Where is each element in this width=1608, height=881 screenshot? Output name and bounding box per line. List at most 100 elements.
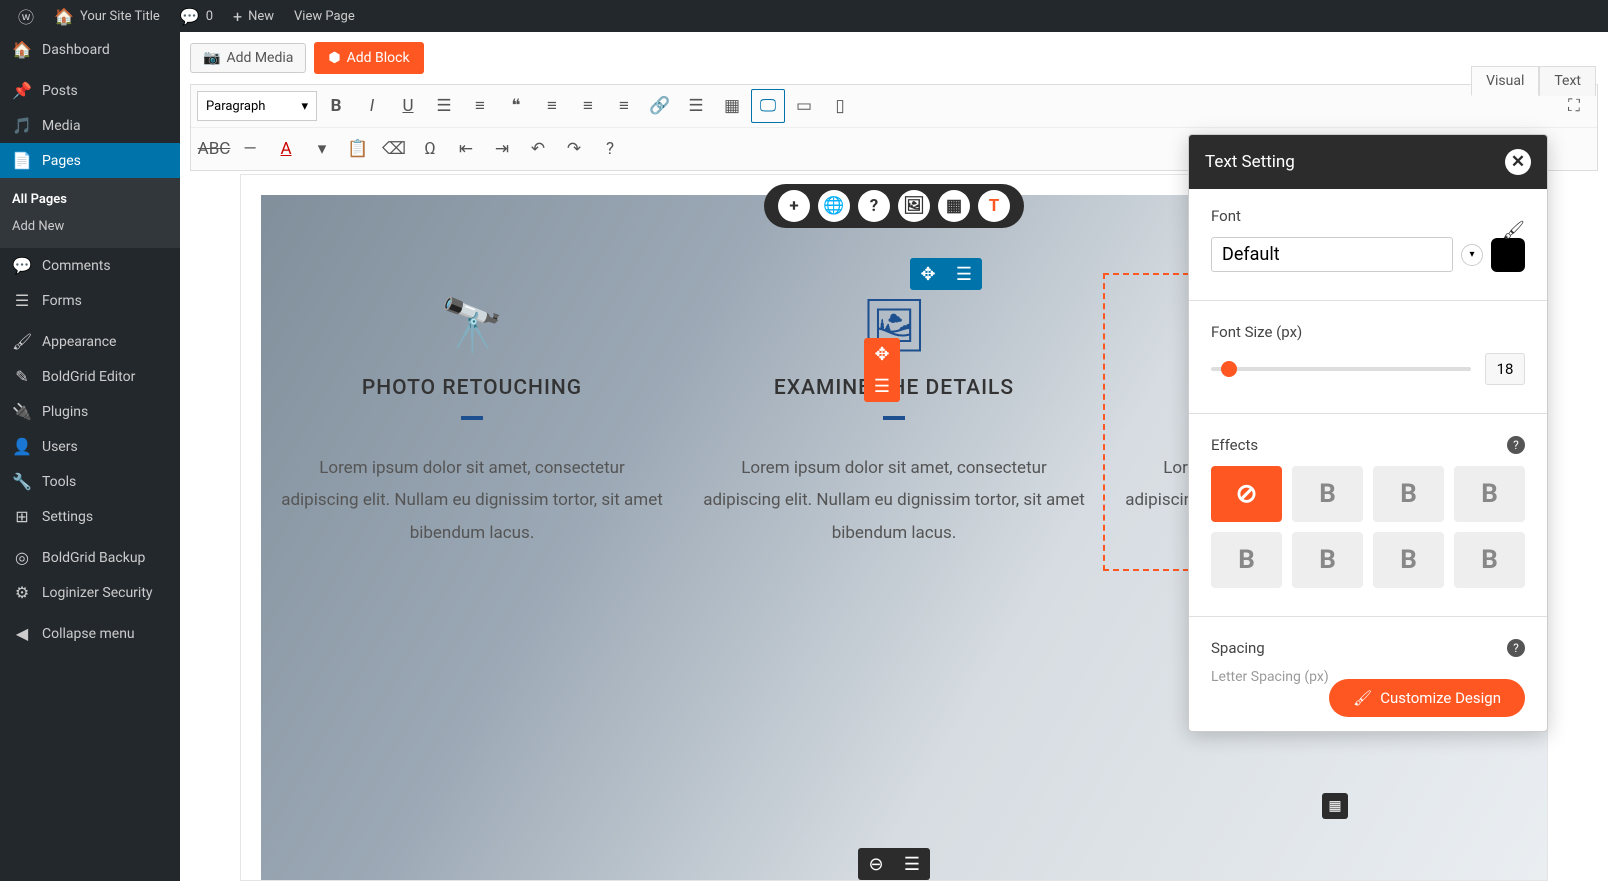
add-block-below-button[interactable]: ▦ — [1322, 793, 1348, 819]
effect-option[interactable]: B — [1373, 532, 1444, 588]
sidebar-item-forms[interactable]: ☰Forms — [0, 283, 180, 318]
hr-button[interactable]: — — [233, 132, 267, 166]
redo-button[interactable]: ↷ — [557, 132, 591, 166]
view-page-link[interactable]: View Page — [284, 0, 365, 32]
outdent-button[interactable]: ⇤ — [449, 132, 483, 166]
editor-header: 📷Add Media ⬢Add Block — [180, 32, 1608, 74]
add-button[interactable]: + — [778, 190, 810, 222]
brush-icon: 🖌 — [12, 332, 32, 351]
section-bottom-handle[interactable]: ⊖ ☰ — [858, 848, 930, 880]
effect-option[interactable]: B — [1211, 532, 1282, 588]
globe-button[interactable]: 🌐 — [818, 190, 850, 222]
desktop-view-button[interactable]: 🖵 — [751, 89, 785, 123]
tablet-view-button[interactable]: ▭ — [787, 89, 821, 123]
spacing-label: Spacing — [1211, 639, 1265, 657]
layout-button[interactable]: ▦ — [938, 190, 970, 222]
align-left-button[interactable]: ≡ — [535, 89, 569, 123]
user-icon: 👤 — [12, 437, 32, 456]
blockquote-button[interactable]: ❝ — [499, 89, 533, 123]
effect-option[interactable]: B — [1292, 466, 1363, 522]
effect-option[interactable]: B — [1454, 532, 1525, 588]
font-dropdown-button[interactable]: ▾ — [1461, 244, 1483, 266]
effect-option[interactable]: B — [1373, 466, 1444, 522]
move-icon[interactable]: ✥ — [864, 338, 900, 370]
indent-button[interactable]: ⇥ — [485, 132, 519, 166]
paste-text-button[interactable]: 📋 — [341, 132, 375, 166]
font-size-slider[interactable] — [1211, 367, 1471, 371]
editor-tabs: Visual Text — [1471, 66, 1596, 96]
comments-count: 0 — [206, 9, 213, 24]
read-more-button[interactable]: ☰ — [679, 89, 713, 123]
tab-visual[interactable]: Visual — [1471, 66, 1539, 96]
format-select[interactable]: Paragraph▾ — [197, 91, 317, 121]
underline-button[interactable]: U — [391, 89, 425, 123]
sidebar-item-boldgrid-editor[interactable]: ✎BoldGrid Editor — [0, 359, 180, 394]
feature-column-1[interactable]: 🔭 PHOTO RETOUCHING Lorem ipsum dolor sit… — [261, 275, 683, 569]
bold-button[interactable]: B — [319, 89, 353, 123]
sidebar-item-media[interactable]: 🎵Media — [0, 108, 180, 143]
tab-text[interactable]: Text — [1539, 66, 1596, 96]
sidebar-item-settings[interactable]: ⊞Settings — [0, 499, 180, 534]
toolbar-toggle-button[interactable]: ▦ — [715, 89, 749, 123]
text-color-button[interactable]: A — [269, 132, 303, 166]
sidebar-item-posts[interactable]: 📌Posts — [0, 73, 180, 108]
slider-thumb[interactable] — [1221, 361, 1237, 377]
feature-divider — [461, 416, 483, 420]
sidebar-item-appearance[interactable]: 🖌Appearance — [0, 324, 180, 359]
text-color-dropdown[interactable]: ▾ — [305, 132, 339, 166]
sidebar-item-tools[interactable]: 🔧Tools — [0, 464, 180, 499]
wrench-icon: 🔧 — [12, 472, 32, 491]
align-right-button[interactable]: ≡ — [607, 89, 641, 123]
undo-button[interactable]: ↶ — [521, 132, 555, 166]
effect-option[interactable]: B — [1454, 466, 1525, 522]
customize-design-button[interactable]: 🖌Customize Design — [1329, 679, 1525, 717]
bullet-list-button[interactable]: ☰ — [427, 89, 461, 123]
image-button[interactable]: 🖼 — [898, 190, 930, 222]
help-icon[interactable]: ? — [1507, 639, 1525, 657]
number-list-button[interactable]: ≡ — [463, 89, 497, 123]
wp-logo[interactable]: ⓦ — [8, 0, 44, 32]
sidebar-item-collapse[interactable]: ◀Collapse menu — [0, 616, 180, 651]
align-center-button[interactable]: ≡ — [571, 89, 605, 123]
brush-icon: 🖌 — [1502, 220, 1525, 241]
move-icon[interactable]: ✥ — [910, 258, 946, 290]
menu-icon[interactable]: ☰ — [894, 848, 930, 880]
sidebar-item-users[interactable]: 👤Users — [0, 429, 180, 464]
font-color-swatch[interactable]: 🖌 — [1491, 238, 1525, 272]
sidebar-item-loginizer[interactable]: ⚙Loginizer Security — [0, 575, 180, 610]
wordpress-icon: ⓦ — [18, 4, 34, 28]
sidebar-item-dashboard[interactable]: 🏠Dashboard — [0, 32, 180, 67]
italic-button[interactable]: I — [355, 89, 389, 123]
sidebar-item-pages[interactable]: 📄Pages — [0, 143, 180, 178]
add-block-button[interactable]: ⬢Add Block — [314, 42, 423, 74]
site-title-link[interactable]: 🏠Your Site Title — [44, 0, 170, 32]
help-icon[interactable]: ? — [1507, 436, 1525, 454]
feature-column-2[interactable]: 🖼 EXAMINE THE DETAILS Lorem ipsum dolor … — [683, 275, 1105, 569]
admin-sidebar: 🏠Dashboard 📌Posts 🎵Media 📄Pages All Page… — [0, 32, 180, 881]
help-button[interactable]: ? — [593, 132, 627, 166]
menu-icon[interactable]: ☰ — [864, 370, 900, 402]
zoom-out-icon[interactable]: ⊖ — [858, 848, 894, 880]
link-button[interactable]: 🔗 — [643, 89, 677, 123]
effect-option[interactable]: B — [1292, 532, 1363, 588]
font-select[interactable]: Default — [1211, 237, 1453, 272]
effect-none[interactable]: ⊘ — [1211, 466, 1282, 522]
sidebar-item-plugins[interactable]: 🔌Plugins — [0, 394, 180, 429]
clear-format-button[interactable]: ⌫ — [377, 132, 411, 166]
panel-close-button[interactable]: ✕ — [1505, 149, 1531, 175]
mobile-view-button[interactable]: ▯ — [823, 89, 857, 123]
sidebar-sub-all-pages[interactable]: All Pages — [0, 186, 180, 213]
new-link[interactable]: +New — [223, 0, 284, 32]
menu-icon[interactable]: ☰ — [946, 258, 982, 290]
sidebar-item-comments[interactable]: 💬Comments — [0, 248, 180, 283]
sidebar-sub-add-new[interactable]: Add New — [0, 213, 180, 240]
add-media-button[interactable]: 📷Add Media — [190, 43, 306, 73]
comments-link[interactable]: 💬0 — [170, 0, 223, 32]
text-style-button[interactable]: T — [978, 190, 1010, 222]
strikethrough-button[interactable]: ABC — [197, 132, 231, 166]
help-round-button[interactable]: ? — [858, 190, 890, 222]
sidebar-item-boldgrid-backup[interactable]: ◎BoldGrid Backup — [0, 540, 180, 575]
font-size-value[interactable]: 18 — [1485, 353, 1525, 385]
block-float-toolbar: + 🌐 ? 🖼 ▦ T — [764, 184, 1024, 228]
special-char-button[interactable]: Ω — [413, 132, 447, 166]
